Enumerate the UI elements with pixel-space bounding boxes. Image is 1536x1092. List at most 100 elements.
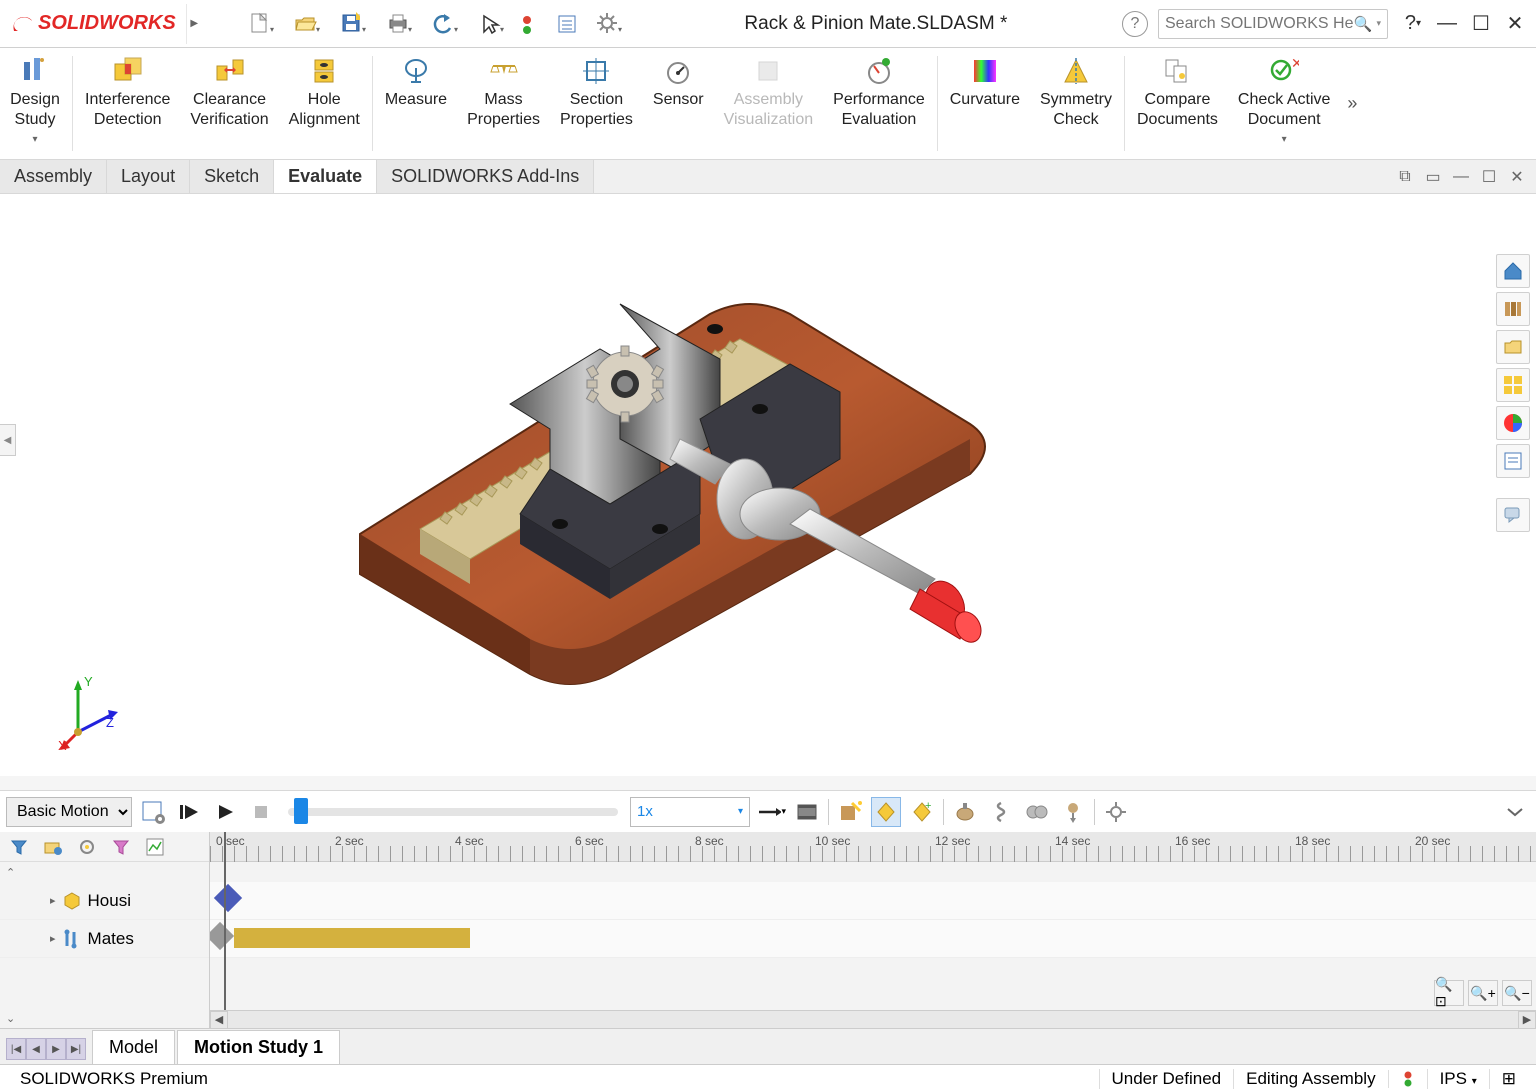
viewport-tile-icon[interactable]: ▭ bbox=[1422, 166, 1444, 188]
zoom-in-timeline-icon[interactable]: 🔍+ bbox=[1468, 980, 1498, 1006]
viewport-maximize-icon[interactable]: ☐ bbox=[1478, 166, 1500, 188]
collapse-motion-icon[interactable] bbox=[1500, 797, 1530, 827]
view-palette-icon[interactable] bbox=[1496, 368, 1530, 402]
animation-wizard-icon[interactable] bbox=[835, 797, 865, 827]
help-search-input[interactable] bbox=[1165, 15, 1354, 33]
status-rebuild-icon[interactable] bbox=[1388, 1070, 1427, 1088]
tab-sketch[interactable]: Sketch bbox=[190, 160, 274, 193]
save-document-button[interactable]: ▾ bbox=[330, 7, 374, 41]
tab-nav-prev-icon[interactable]: ◀ bbox=[26, 1038, 46, 1060]
playback-mode-icon[interactable]: ▾ bbox=[756, 797, 786, 827]
spring-icon[interactable] bbox=[986, 797, 1016, 827]
section-properties-button[interactable]: Section Properties bbox=[550, 48, 643, 159]
orientation-triad[interactable]: Y Z X bbox=[58, 672, 128, 752]
rebuild-button[interactable] bbox=[514, 7, 548, 41]
status-custom-icon[interactable]: ⊞ bbox=[1489, 1069, 1528, 1089]
zoom-fit-timeline-icon[interactable]: 🔍⊡ bbox=[1434, 980, 1464, 1006]
play-from-start-icon[interactable] bbox=[174, 797, 204, 827]
gravity-icon[interactable] bbox=[1058, 797, 1088, 827]
symmetry-check-button[interactable]: Symmetry Check bbox=[1030, 48, 1122, 159]
stop-icon[interactable] bbox=[246, 797, 276, 827]
options-button[interactable]: ▾ bbox=[586, 7, 630, 41]
timeline-scrollbar[interactable]: ◀ ▶ bbox=[210, 1010, 1536, 1028]
sensor-button[interactable]: Sensor bbox=[643, 48, 714, 159]
autokey-icon[interactable] bbox=[871, 797, 901, 827]
window-maximize-button[interactable]: ☐ bbox=[1464, 7, 1498, 41]
tree-scroll-up-icon[interactable]: ⌃ bbox=[6, 866, 15, 879]
play-icon[interactable] bbox=[210, 797, 240, 827]
window-close-button[interactable]: ✕ bbox=[1498, 7, 1532, 41]
results-plot-icon[interactable] bbox=[140, 832, 170, 862]
scroll-right-icon[interactable]: ▶ bbox=[1518, 1011, 1536, 1029]
help-web-icon[interactable]: ? bbox=[1122, 11, 1148, 37]
timeline-tracks[interactable]: 0 sec 2 sec 4 sec 6 sec 8 sec 10 sec 12 … bbox=[210, 832, 1536, 1028]
search-dropdown-icon[interactable]: ▾ bbox=[1376, 18, 1381, 29]
bottom-tab-motion-study[interactable]: Motion Study 1 bbox=[177, 1030, 340, 1064]
select-button[interactable]: ▾ bbox=[468, 7, 512, 41]
check-active-document-button[interactable]: ✕ Check Active Document ▾ bbox=[1228, 48, 1340, 159]
logo-menu-arrow[interactable]: ▶ bbox=[186, 4, 202, 44]
undo-button[interactable]: ▾ bbox=[422, 7, 466, 41]
tree-item-housing[interactable]: ▸ Housi bbox=[0, 882, 209, 920]
solidworks-resources-icon[interactable] bbox=[1496, 254, 1530, 288]
hole-alignment-button[interactable]: Hole Alignment bbox=[279, 48, 370, 159]
timeline-bar[interactable] bbox=[234, 928, 470, 948]
scroll-left-icon[interactable]: ◀ bbox=[210, 1011, 228, 1029]
tab-evaluate[interactable]: Evaluate bbox=[274, 160, 377, 193]
tree-scroll-down-icon[interactable]: ⌄ bbox=[6, 1012, 15, 1025]
design-library-icon[interactable] bbox=[1496, 292, 1530, 326]
clearance-verification-button[interactable]: Clearance Verification bbox=[180, 48, 278, 159]
compare-documents-button[interactable]: Compare Documents bbox=[1127, 48, 1228, 159]
motor-icon[interactable] bbox=[950, 797, 980, 827]
tree-expand-icon[interactable]: ▸ bbox=[50, 894, 56, 907]
tab-nav-first-icon[interactable]: |◀ bbox=[6, 1038, 26, 1060]
performance-evaluation-button[interactable]: Performance Evaluation bbox=[823, 48, 935, 159]
save-animation-icon[interactable] bbox=[792, 797, 822, 827]
contact-icon[interactable] bbox=[1022, 797, 1052, 827]
curvature-button[interactable]: Curvature bbox=[940, 48, 1030, 159]
timeline-track-housing[interactable] bbox=[210, 882, 1536, 920]
filter-driving-icon[interactable] bbox=[38, 832, 68, 862]
filter-results-icon[interactable] bbox=[106, 832, 136, 862]
tree-expand-icon[interactable]: ▸ bbox=[50, 932, 56, 945]
timeline-playhead[interactable] bbox=[224, 832, 226, 1028]
keyframe-icon[interactable] bbox=[210, 922, 234, 950]
print-button[interactable]: ▾ bbox=[376, 7, 420, 41]
motion-study-properties-icon[interactable] bbox=[1101, 797, 1131, 827]
tab-addins[interactable]: SOLIDWORKS Add-Ins bbox=[377, 160, 594, 193]
interference-detection-button[interactable]: Interference Detection bbox=[75, 48, 180, 159]
add-key-icon[interactable]: + bbox=[907, 797, 937, 827]
ribbon-overflow-button[interactable]: » bbox=[1340, 48, 1364, 159]
tab-assembly[interactable]: Assembly bbox=[0, 160, 107, 193]
help-button[interactable]: ? ▾ bbox=[1396, 7, 1430, 41]
motion-type-select[interactable]: Basic Motion bbox=[6, 797, 132, 827]
timeline-track-mates[interactable] bbox=[210, 920, 1536, 958]
measure-button[interactable]: Measure bbox=[375, 48, 457, 159]
viewport-minimize-icon[interactable]: — bbox=[1450, 166, 1472, 188]
tab-nav-last-icon[interactable]: ▶| bbox=[66, 1038, 86, 1060]
zoom-out-timeline-icon[interactable]: 🔍− bbox=[1502, 980, 1532, 1006]
viewport-close-icon[interactable]: ✕ bbox=[1506, 166, 1528, 188]
keyframe-icon[interactable] bbox=[214, 884, 242, 912]
appearances-icon[interactable] bbox=[1496, 406, 1530, 440]
bottom-tab-model[interactable]: Model bbox=[92, 1030, 175, 1064]
tab-nav-next-icon[interactable]: ▶ bbox=[46, 1038, 66, 1060]
custom-properties-icon[interactable] bbox=[1496, 444, 1530, 478]
file-properties-button[interactable] bbox=[550, 7, 584, 41]
filter-animated-icon[interactable] bbox=[4, 832, 34, 862]
filter-selected-icon[interactable] bbox=[72, 832, 102, 862]
graphics-viewport[interactable]: + ▾ ▾ ▾ ▾ ▾ ▾ bbox=[0, 194, 1536, 776]
playback-speed-select[interactable]: 1x▾ bbox=[630, 797, 750, 827]
help-search-box[interactable]: 🔍 ▾ bbox=[1158, 9, 1388, 39]
tab-layout[interactable]: Layout bbox=[107, 160, 190, 193]
calculate-icon[interactable] bbox=[138, 797, 168, 827]
tree-item-mates[interactable]: ▸ Mates bbox=[0, 920, 209, 958]
panel-expand-handle[interactable]: ◀ bbox=[0, 424, 16, 456]
timeline-ruler[interactable]: 0 sec 2 sec 4 sec 6 sec 8 sec 10 sec 12 … bbox=[210, 832, 1536, 862]
timeline-slider-handle[interactable] bbox=[294, 798, 308, 824]
mass-properties-button[interactable]: Mass Properties bbox=[457, 48, 550, 159]
file-explorer-icon[interactable] bbox=[1496, 330, 1530, 364]
open-document-button[interactable]: ▾ bbox=[284, 7, 328, 41]
timeline-slider[interactable] bbox=[288, 808, 618, 816]
forum-icon[interactable] bbox=[1496, 498, 1530, 532]
